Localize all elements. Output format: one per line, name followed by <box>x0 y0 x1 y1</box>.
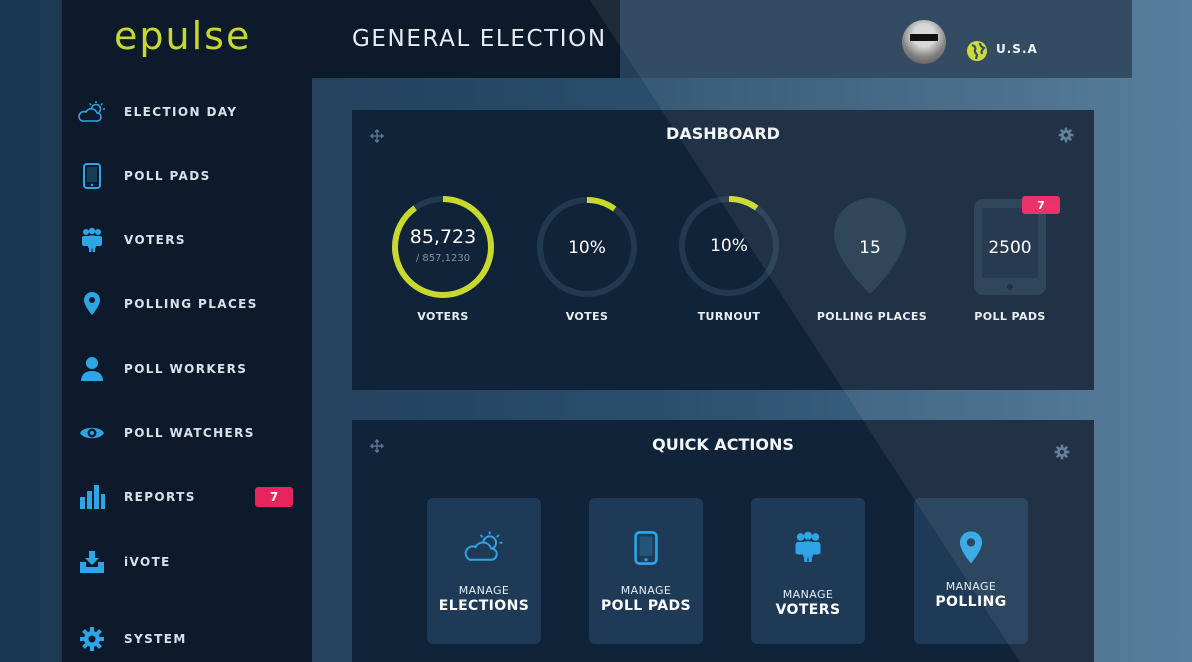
sidebar-item-election-day[interactable]: ELECTION DAY <box>62 92 312 132</box>
sidebar-item-label: VOTERS <box>124 233 186 247</box>
voters-total: / 857,1230 <box>415 253 471 264</box>
qa-line2: POLLING <box>935 594 1007 610</box>
sidebar-item-ivote[interactable]: iVOTE <box>62 542 312 582</box>
sidebar-item-voters[interactable]: VOTERS <box>62 220 312 260</box>
dashboard-panel: DASHBOARD 85,723 / 857,1230 VOTERS 10% V… <box>352 110 1094 390</box>
region-selector[interactable]: U.S.A <box>996 42 1038 56</box>
poll-pads-badge: 7 <box>1022 196 1060 214</box>
turnout-value: 10% <box>710 236 748 256</box>
qa-line1: MANAGE <box>458 584 510 597</box>
avatar[interactable] <box>902 20 946 64</box>
manage-polling-button[interactable]: MANAGE POLLING <box>914 498 1028 644</box>
panel-settings-icon[interactable] <box>1058 127 1074 147</box>
qa-line1: MANAGE <box>945 580 997 593</box>
sidebar-item-poll-workers[interactable]: POLL WORKERS <box>62 349 312 389</box>
weather-cloud-sun-icon <box>427 530 541 564</box>
votes-label: VOTES <box>565 310 609 323</box>
sidebar-item-label: POLL PADS <box>124 169 211 183</box>
sidebar-item-label: POLL WORKERS <box>124 362 248 376</box>
page-title: GENERAL ELECTION <box>352 26 607 52</box>
download-tray-icon <box>78 548 106 576</box>
sidebar-item-label: POLL WATCHERS <box>124 426 255 440</box>
polling-places-value: 15 <box>859 238 881 258</box>
sidebar-item-reports[interactable]: REPORTS 7 <box>62 477 312 517</box>
sidebar-item-label: POLLING PLACES <box>124 297 258 311</box>
polling-places-label: POLLING PLACES <box>816 310 928 323</box>
sidebar-item-label: iVOTE <box>124 555 171 569</box>
people-icon <box>78 226 106 254</box>
qa-line2: VOTERS <box>775 602 841 618</box>
quick-actions-panel: QUICK ACTIONS MANAGE ELECTIONS MANAGE PO… <box>352 420 1094 662</box>
reports-badge: 7 <box>255 487 293 507</box>
map-pin-icon <box>78 290 106 318</box>
quick-actions-title: QUICK ACTIONS <box>652 435 794 454</box>
app-logo[interactable]: epulse <box>114 14 251 58</box>
qa-line2: ELECTIONS <box>438 598 530 614</box>
sidebar: epulse ELECTION DAY POLL PADS VOTERS POL… <box>62 0 312 662</box>
qa-line1: MANAGE <box>620 584 672 597</box>
voters-value: 85,723 <box>409 226 477 248</box>
sidebar-item-label: SYSTEM <box>124 632 187 646</box>
poll-pads-label: POLL PADS <box>974 310 1046 323</box>
sidebar-item-system[interactable]: SYSTEM <box>62 619 312 659</box>
sidebar-item-label: ELECTION DAY <box>124 105 238 119</box>
map-pin-icon <box>914 530 1028 566</box>
tablet-icon <box>78 162 106 190</box>
turnout-label: TURNOUT <box>697 310 761 323</box>
qa-line2: POLL PADS <box>601 598 691 614</box>
bar-chart-icon <box>78 483 106 511</box>
voters-label: VOTERS <box>417 310 469 323</box>
manage-poll-pads-button[interactable]: MANAGE POLL PADS <box>589 498 703 644</box>
manage-voters-button[interactable]: MANAGE VOTERS <box>751 498 865 644</box>
dashboard-title: DASHBOARD <box>666 124 780 143</box>
sidebar-item-label: REPORTS <box>124 490 196 504</box>
person-icon <box>78 355 106 383</box>
panel-settings-icon[interactable] <box>1054 444 1070 464</box>
qa-line1: MANAGE <box>782 588 834 601</box>
sidebar-item-poll-watchers[interactable]: POLL WATCHERS <box>62 413 312 453</box>
poll-pads-value: 2500 <box>988 238 1032 258</box>
tablet-icon <box>589 530 703 566</box>
manage-elections-button[interactable]: MANAGE ELECTIONS <box>427 498 541 644</box>
weather-cloud-sun-icon <box>78 98 106 126</box>
gear-icon <box>78 625 106 653</box>
people-icon <box>751 530 865 564</box>
sidebar-item-polling-places[interactable]: POLLING PLACES <box>62 284 312 324</box>
sidebar-item-poll-pads[interactable]: POLL PADS <box>62 156 312 196</box>
globe-icon[interactable] <box>966 40 988 66</box>
votes-value: 10% <box>568 238 606 258</box>
eye-icon <box>78 419 106 447</box>
